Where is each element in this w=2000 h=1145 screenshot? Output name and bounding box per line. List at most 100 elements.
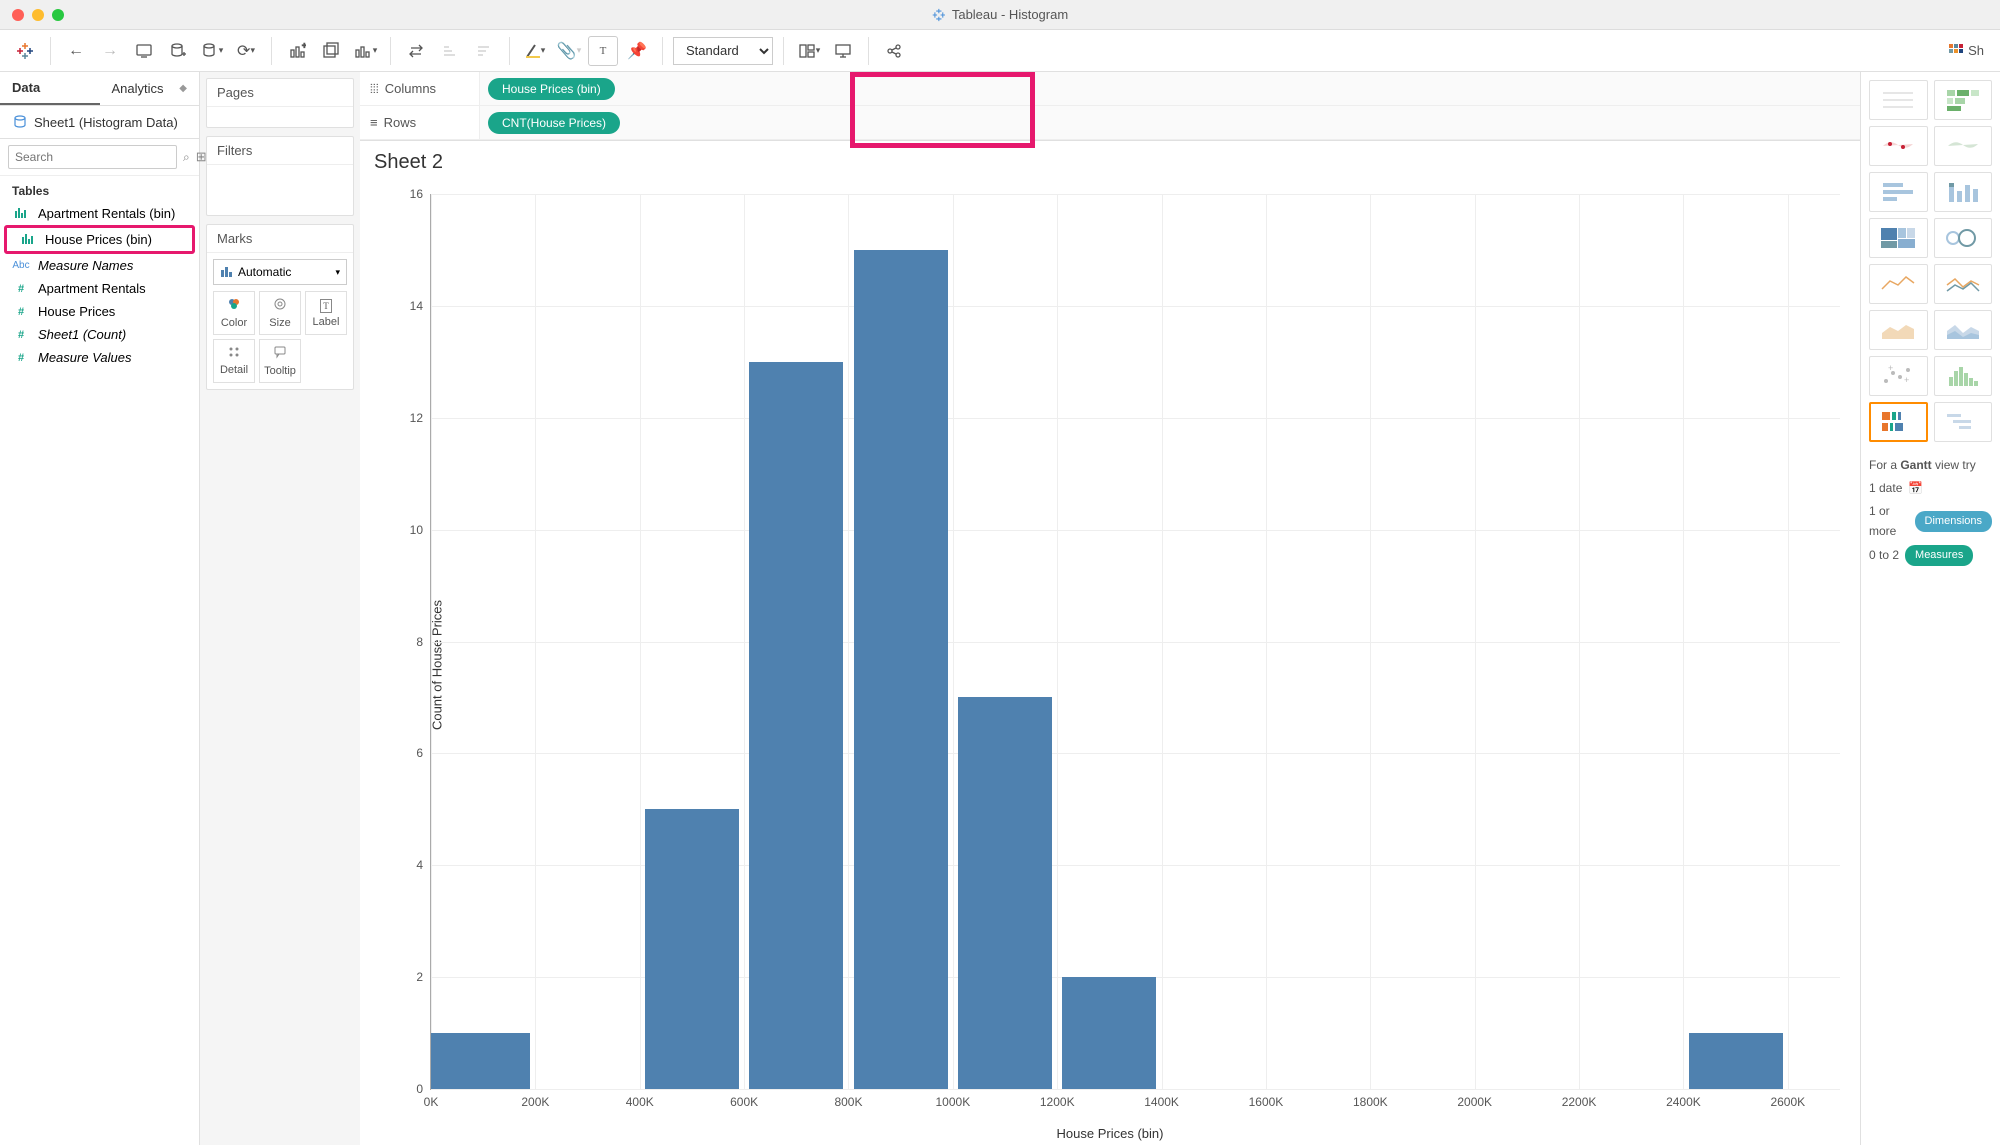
y-tick: 6	[416, 746, 431, 760]
field-apartment-rentals-bin-[interactable]: Apartment Rentals (bin)	[0, 202, 199, 225]
bar-400K[interactable]	[645, 809, 739, 1089]
bar-2400K[interactable]	[1689, 1033, 1783, 1089]
marks-tooltip[interactable]: Tooltip	[259, 339, 301, 383]
showme-line-discrete[interactable]	[1934, 264, 1993, 304]
clear-sheet-icon[interactable]: ▾	[350, 36, 380, 66]
sheet-title[interactable]: Sheet 2	[360, 141, 1860, 184]
presentation-button[interactable]	[828, 36, 858, 66]
new-worksheet-button[interactable]: ▾	[197, 36, 227, 66]
close-window-dot[interactable]	[12, 9, 24, 21]
tab-data[interactable]: Data	[0, 72, 100, 105]
size-icon	[273, 297, 287, 314]
showme-line-continuous[interactable]	[1869, 264, 1928, 304]
tab-analytics[interactable]: Analytics◆	[100, 72, 200, 105]
field-measure-names[interactable]: AbcMeasure Names	[0, 254, 199, 277]
share-button[interactable]	[879, 36, 909, 66]
showme-area-continuous[interactable]	[1869, 310, 1928, 350]
field-apartment-rentals[interactable]: #Apartment Rentals	[0, 277, 199, 300]
x-tick: 0K	[424, 1089, 439, 1109]
show-labels-button[interactable]: T	[588, 36, 618, 66]
plot[interactable]: 02468101214160K200K400K600K800K1000K1200…	[430, 194, 1840, 1090]
chart-area[interactable]: Count of House Prices House Prices (bin)…	[360, 184, 1860, 1145]
tooltip-icon	[273, 345, 287, 362]
viz-pane: ⦙⦙⦙Columns House Prices (bin) ≡ Rows CNT(…	[360, 72, 1860, 1145]
back-button[interactable]: ←	[61, 36, 91, 66]
measures-pill: Measures	[1905, 545, 1973, 567]
bar-600K[interactable]	[749, 362, 843, 1089]
refresh-button[interactable]: ⟳▾	[231, 36, 261, 66]
bar-undefined[interactable]	[431, 1033, 525, 1089]
marks-type-select[interactable]: Automatic ▾	[213, 259, 347, 285]
duplicate-sheet-icon[interactable]	[316, 36, 346, 66]
marks-label[interactable]: TLabel	[305, 291, 347, 335]
new-datasource-button[interactable]	[163, 36, 193, 66]
marks-detail[interactable]: Detail	[213, 339, 255, 383]
datasource-item[interactable]: Sheet1 (Histogram Data)	[0, 106, 199, 139]
columns-icon: ⦙⦙⦙	[370, 81, 379, 97]
pages-card[interactable]: Pages	[206, 78, 354, 128]
bar-1000K[interactable]	[958, 697, 1052, 1089]
show-cards-button[interactable]: ▾	[794, 36, 824, 66]
field-sheet1-count-[interactable]: #Sheet1 (Count)	[0, 323, 199, 346]
titlebar: Tableau - Histogram	[0, 0, 2000, 30]
field-label: House Prices	[38, 304, 115, 319]
showme-histogram[interactable]	[1934, 356, 1993, 396]
showme-heat-map[interactable]	[1934, 80, 1993, 120]
min-window-dot[interactable]	[32, 9, 44, 21]
new-sheet-icon[interactable]: +	[282, 36, 312, 66]
show-me-pane: ++ For a Gantt view try 1 date 📅 1 or mo…	[1860, 72, 2000, 1145]
field-house-prices[interactable]: # House Prices	[0, 300, 199, 323]
pin-button[interactable]: 📌	[622, 36, 652, 66]
rows-label: Rows	[384, 115, 417, 130]
field-type-icon: #	[12, 306, 30, 318]
field-house-prices-bin-[interactable]: House Prices (bin)	[4, 225, 195, 254]
search-input[interactable]	[8, 145, 177, 169]
showme-map-symbol[interactable]	[1869, 126, 1928, 166]
columns-shelf[interactable]: ⦙⦙⦙Columns House Prices (bin)	[360, 72, 1860, 106]
showme-map-filled[interactable]	[1934, 126, 1993, 166]
field-label: Apartment Rentals	[38, 281, 146, 296]
sort-desc-button[interactable]	[469, 36, 499, 66]
y-tick: 4	[416, 858, 431, 872]
bar-800K[interactable]	[854, 250, 948, 1089]
x-tick: 1400K	[1144, 1089, 1179, 1109]
showme-treemap[interactable]	[1869, 218, 1928, 258]
field-type-icon	[12, 206, 30, 221]
detail-icon	[228, 346, 240, 361]
highlight-button[interactable]: ▾	[520, 36, 550, 66]
filters-card[interactable]: Filters	[206, 136, 354, 216]
tableau-logo-button[interactable]	[10, 36, 40, 66]
x-tick: 2600K	[1770, 1089, 1805, 1109]
show-me-button[interactable]: Sh	[1942, 36, 1990, 66]
forward-button[interactable]: →	[95, 36, 125, 66]
showme-scatter[interactable]: ++	[1869, 356, 1928, 396]
showme-text-table[interactable]	[1869, 80, 1928, 120]
showme-gantt[interactable]	[1934, 402, 1993, 442]
data-pane: Data Analytics◆ Sheet1 (Histogram Data) …	[0, 72, 200, 1145]
y-tick: 12	[410, 411, 431, 425]
swap-button[interactable]	[401, 36, 431, 66]
fit-select[interactable]: Standard	[673, 37, 773, 65]
x-tick: 2000K	[1457, 1089, 1492, 1109]
showme-circle-views[interactable]	[1934, 218, 1993, 258]
field-measure-values[interactable]: #Measure Values	[0, 346, 199, 369]
rows-pill[interactable]: CNT(House Prices)	[488, 112, 620, 134]
bar-1200K[interactable]	[1062, 977, 1156, 1089]
max-window-dot[interactable]	[52, 9, 64, 21]
svg-text:+: +	[1904, 375, 1909, 385]
sort-asc-button[interactable]	[435, 36, 465, 66]
save-button[interactable]	[129, 36, 159, 66]
field-type-icon: #	[12, 352, 30, 364]
showme-area-discrete[interactable]	[1934, 310, 1993, 350]
showme-stacked-bar[interactable]	[1934, 172, 1993, 212]
columns-pill[interactable]: House Prices (bin)	[488, 78, 615, 100]
group-button[interactable]: 📎▾	[554, 36, 584, 66]
x-axis-title: House Prices (bin)	[1057, 1126, 1164, 1141]
field-label: House Prices (bin)	[45, 232, 152, 247]
rows-shelf[interactable]: ≡ Rows CNT(House Prices)	[360, 106, 1860, 140]
showme-horizontal-bar[interactable]	[1869, 172, 1928, 212]
marks-size[interactable]: Size	[259, 291, 301, 335]
rows-icon: ≡	[370, 115, 378, 130]
marks-color[interactable]: Color	[213, 291, 255, 335]
showme-side-by-side[interactable]	[1869, 402, 1928, 442]
